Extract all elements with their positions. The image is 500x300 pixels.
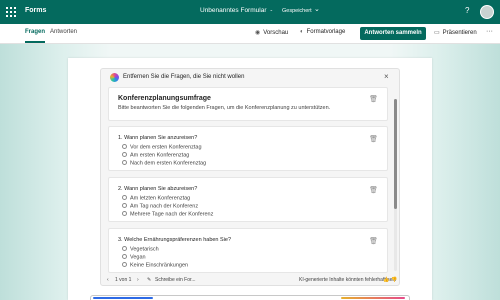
style-button[interactable]: ◐ Formatvorlage xyxy=(300,29,345,35)
delete-icon[interactable]: 🗑 xyxy=(369,237,378,245)
thumbs-up-icon[interactable]: 👍 xyxy=(383,277,389,283)
option-label: Vor dem ersten Konferenztag xyxy=(130,144,202,151)
answer-option: Vegetarisch xyxy=(122,246,159,253)
radio-icon xyxy=(122,211,127,216)
command-bar: Fragen Antworten ◉ Vorschau ◐ Formatvorlag… xyxy=(0,24,500,44)
option-label: Am letzten Konferenztag xyxy=(130,195,191,202)
answer-option: Am ersten Konferenztag xyxy=(122,152,189,159)
input-accent xyxy=(93,297,153,299)
copilot-icon xyxy=(110,73,119,82)
panel-footer: ‹ 1 von 1 › ✎ Schreibe ein For... KI-gen… xyxy=(101,273,399,285)
draft-prompt[interactable]: Schreibe ein For... xyxy=(155,277,196,283)
question-card[interactable]: 1. Wann planen Sie anzureisen? Vor dem e… xyxy=(108,126,388,171)
close-icon[interactable]: × xyxy=(384,72,389,81)
present-label: Präsentieren xyxy=(442,30,477,36)
page-indicator: 1 von 1 xyxy=(115,277,132,283)
answer-option: Keine Einschränkungen xyxy=(122,262,188,269)
answer-option: Am Tag nach der Konferenz xyxy=(122,203,198,210)
radio-icon xyxy=(122,262,127,267)
preview-button[interactable]: ◉ Vorschau xyxy=(255,29,288,36)
style-label: Formatvorlage xyxy=(306,29,346,35)
answer-option: Nach dem ersten Konferenztag xyxy=(122,160,206,167)
survey-title: Konferenzplanungsumfrage xyxy=(118,95,211,102)
survey-header-card[interactable]: Konferenzplanungsumfrage Bitte beantwort… xyxy=(108,87,388,121)
option-label: Keine Einschränkungen xyxy=(130,262,189,269)
thumbs-down-icon[interactable]: 👎 xyxy=(391,277,397,283)
panel-title: Entfernen Sie die Fragen, die Sie nicht … xyxy=(123,74,245,80)
question-text: 1. Wann planen Sie anzureisen? xyxy=(118,135,198,141)
document-title[interactable]: Unbenanntes Formular - xyxy=(200,7,274,14)
copilot-suggestion-panel: Entfernen Sie die Fragen, die Sie nicht … xyxy=(100,68,400,286)
saved-status: Gespeichert xyxy=(282,7,312,14)
palette-icon: ◐ xyxy=(300,29,304,35)
option-label: Am ersten Konferenztag xyxy=(130,152,190,159)
chevron-down-icon[interactable]: ⌄ xyxy=(314,5,320,13)
delete-icon[interactable]: 🗑 xyxy=(369,95,378,103)
previous-page-icon[interactable]: ‹ xyxy=(107,277,109,283)
survey-description: Bitte beantworten Sie die folgenden Frag… xyxy=(118,105,331,111)
app-name[interactable]: Forms xyxy=(25,7,46,14)
scrollbar-thumb[interactable] xyxy=(394,99,397,209)
input-accent-gradient xyxy=(341,297,405,299)
collect-responses-button[interactable]: Antworten sammeln xyxy=(360,27,426,40)
question-card[interactable]: 2. Wann planen Sie abzureisen? Am letzte… xyxy=(108,177,388,222)
tab-responses[interactable]: Antworten xyxy=(50,29,77,35)
radio-icon xyxy=(122,160,127,165)
more-options-icon[interactable]: ··· xyxy=(486,28,493,35)
active-tab-indicator xyxy=(25,41,45,43)
next-page-icon[interactable]: › xyxy=(137,277,139,283)
app-launcher-icon[interactable] xyxy=(6,7,16,17)
copilot-input-bar[interactable] xyxy=(90,295,410,300)
title-separator: - xyxy=(270,7,273,14)
eye-icon: ◉ xyxy=(255,30,261,36)
option-label: Am Tag nach der Konferenz xyxy=(130,203,199,210)
ai-disclaimer: KI-generierte Inhalte könnten fehlerhaft… xyxy=(299,277,397,283)
radio-icon xyxy=(122,203,127,208)
option-label: Vegan xyxy=(130,254,146,261)
radio-icon xyxy=(122,195,127,200)
question-text: 3. Welche Ernährungspräferenzen haben Si… xyxy=(118,237,232,243)
question-list[interactable]: Konferenzplanungsumfrage Bitte beantwort… xyxy=(108,85,388,273)
app-header: Forms Unbenanntes Formular - Gespeichert… xyxy=(0,0,500,24)
radio-icon xyxy=(122,144,127,149)
option-label: Vegetarisch xyxy=(130,246,159,253)
option-label: Mehrere Tage nach der Konferenz xyxy=(130,211,214,218)
draft-icon: ✎ xyxy=(147,277,152,283)
question-text: 2. Wann planen Sie abzureisen? xyxy=(118,186,198,192)
panel-header: Entfernen Sie die Fragen, die Sie nicht … xyxy=(101,69,399,85)
answer-option: Am letzten Konferenztag xyxy=(122,195,190,202)
preview-label: Vorschau xyxy=(263,30,289,36)
delete-icon[interactable]: 🗑 xyxy=(369,135,378,143)
delete-icon[interactable]: 🗑 xyxy=(369,186,378,194)
document-name[interactable]: Unbenanntes Formular xyxy=(200,7,266,14)
present-button[interactable]: ▭ Präsentieren xyxy=(434,29,477,36)
radio-icon xyxy=(122,152,127,157)
tab-questions[interactable]: Fragen xyxy=(25,29,45,35)
radio-icon xyxy=(122,246,127,251)
answer-option: Mehrere Tage nach der Konferenz xyxy=(122,211,213,218)
answer-option: Vegan xyxy=(122,254,146,261)
avatar[interactable] xyxy=(480,5,494,19)
option-label: Nach dem ersten Konferenztag xyxy=(130,160,207,167)
present-icon: ▭ xyxy=(434,30,440,36)
question-card[interactable]: 3. Welche Ernährungspräferenzen haben Si… xyxy=(108,228,388,273)
help-icon[interactable]: ? xyxy=(465,6,469,15)
answer-option: Vor dem ersten Konferenztag xyxy=(122,144,202,151)
radio-icon xyxy=(122,254,127,259)
